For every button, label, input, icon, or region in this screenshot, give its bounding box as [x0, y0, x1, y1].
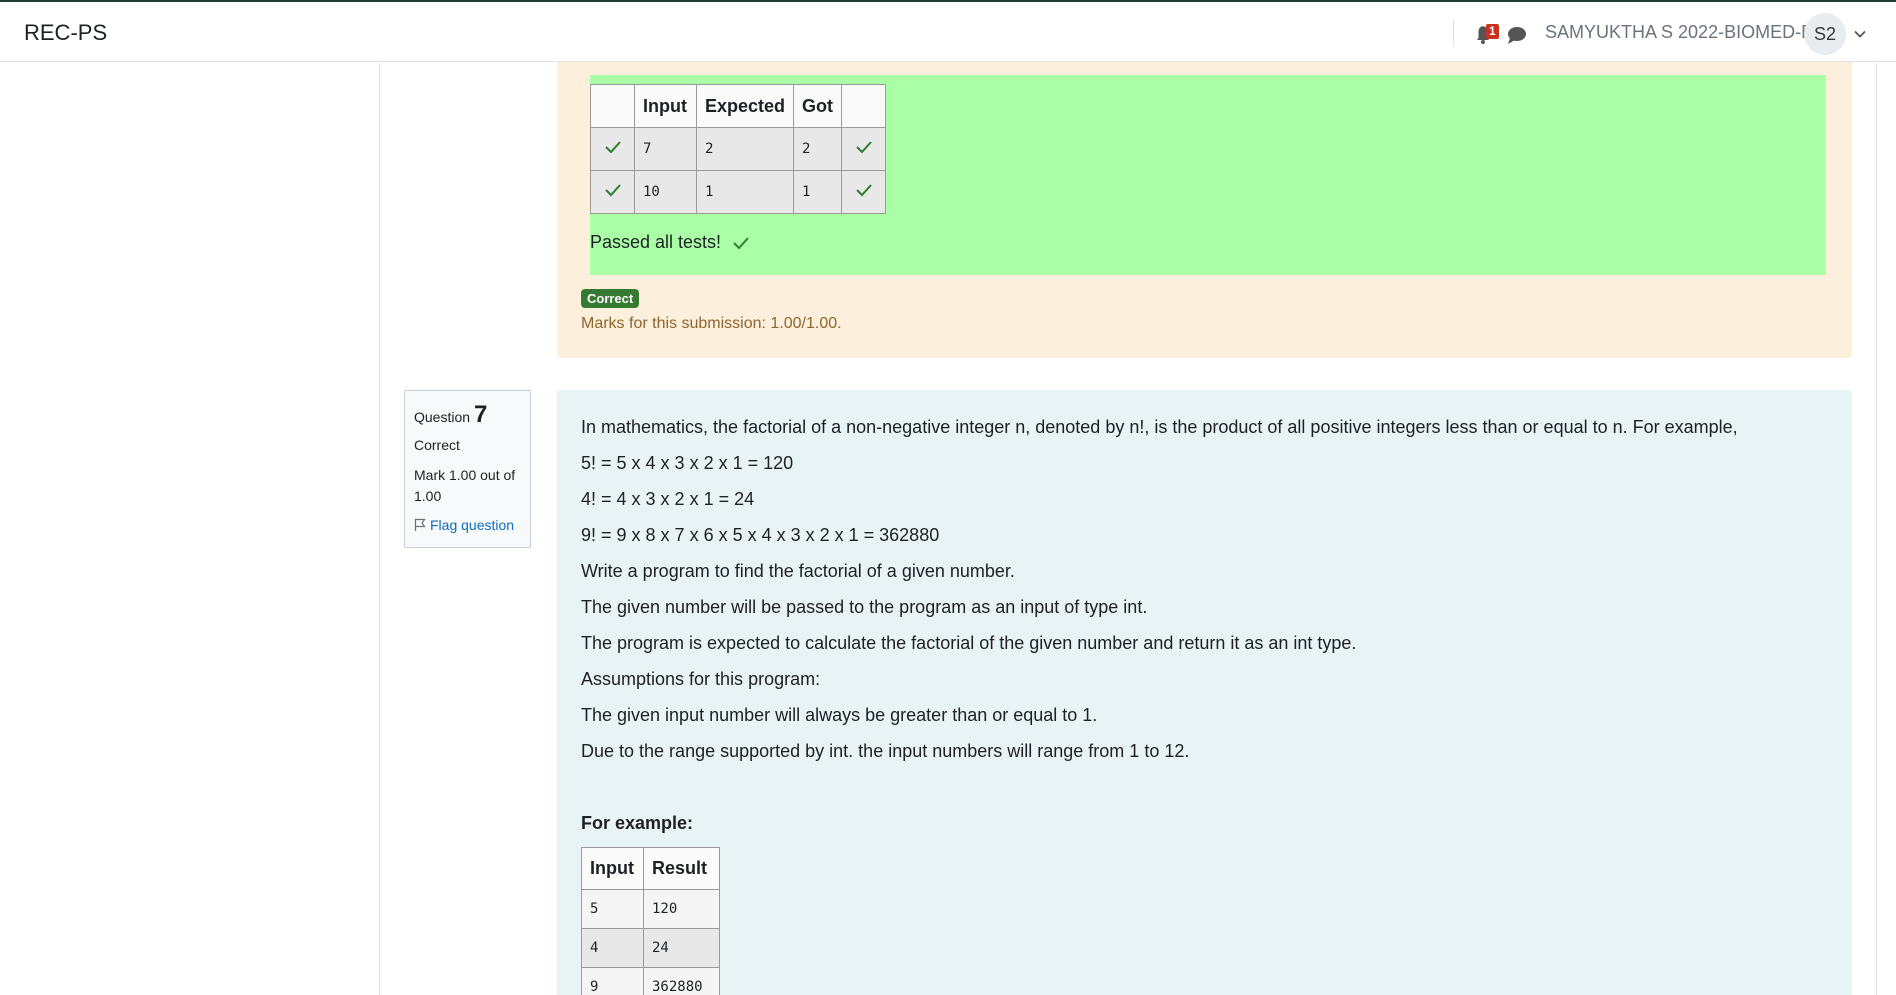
passed-all-tests: Passed all tests! [590, 232, 751, 253]
table-row: 4 24 [581, 928, 720, 968]
content-left-border [379, 63, 380, 995]
flag-question-link[interactable]: Flag question [414, 517, 521, 533]
check-icon [841, 170, 887, 214]
example-input-cell: 9 [581, 967, 644, 995]
question-number: Question 7 [414, 401, 521, 429]
results-header-input: Input [634, 84, 697, 128]
site-brand[interactable]: REC-PS [24, 20, 107, 46]
chevron-down-icon[interactable] [1852, 26, 1868, 42]
question-paragraph: 4! = 4 x 3 x 2 x 1 = 24 [581, 489, 755, 509]
example-header-result: Result [643, 847, 720, 890]
scrollbar-track[interactable] [1876, 63, 1877, 995]
table-row: 9 362880 [581, 967, 720, 995]
question-grade: Mark 1.00 out of 1.00 [414, 467, 516, 504]
user-name[interactable]: SAMYUKTHA S 2022-BIOMED-B [1545, 22, 1813, 43]
example-result-cell: 120 [643, 889, 720, 929]
question-text-panel [557, 390, 1852, 995]
question-number-value: 7 [473, 401, 488, 428]
question-paragraph: Write a program to find the factorial of… [581, 561, 1015, 581]
navbar: REC-PS 1 SAMYUKTHA S 2022-BIOMED-B S2 [0, 0, 1896, 62]
example-table: Input Result 5 120 4 24 9 362880 [581, 847, 720, 995]
question-info: Question 7 Correct Mark 1.00 out of 1.00… [404, 390, 531, 548]
result-input-cell: 10 [634, 170, 697, 214]
result-input-cell: 7 [634, 127, 697, 171]
results-header-got: Got [793, 84, 843, 128]
example-heading: For example: [581, 813, 694, 833]
check-icon [733, 236, 749, 249]
result-expected-cell: 1 [695, 170, 795, 214]
question-state: Correct [414, 437, 460, 453]
test-results-table: Input Expected Got 7 2 2 10 1 1 [590, 84, 887, 214]
result-expected-cell: 2 [695, 127, 795, 171]
table-row: 5 120 [581, 889, 720, 929]
question-paragraph: Assumptions for this program: [581, 669, 821, 689]
check-icon [590, 127, 635, 171]
notification-count-badge: 1 [1486, 24, 1499, 39]
flag-icon [414, 518, 426, 531]
example-input-cell: 5 [581, 889, 644, 929]
question-paragraph: 9! = 9 x 8 x 7 x 6 x 5 x 4 x 3 x 2 x 1 =… [581, 525, 940, 545]
result-got-cell: 1 [793, 170, 843, 214]
question-paragraph: 5! = 5 x 4 x 3 x 2 x 1 = 120 [581, 453, 794, 473]
avatar[interactable]: S2 [1804, 13, 1846, 55]
navbar-divider [1453, 20, 1454, 46]
check-icon [841, 127, 887, 171]
question-paragraph: The given input number will always be gr… [581, 705, 1098, 725]
table-row: 7 2 2 [590, 127, 887, 171]
example-header-input: Input [581, 847, 644, 890]
table-row: 10 1 1 [590, 170, 887, 214]
passed-text: Passed all tests! [590, 232, 722, 252]
result-got-cell: 2 [793, 127, 843, 171]
example-input-cell: 4 [581, 928, 644, 968]
check-icon [590, 170, 635, 214]
question-paragraph: Due to the range supported by int. the i… [581, 741, 1190, 761]
chat-icon[interactable] [1506, 25, 1528, 45]
question-paragraph: The given number will be passed to the p… [581, 597, 1148, 617]
status-badge: Correct [581, 289, 640, 308]
question-paragraph: The program is expected to calculate the… [581, 633, 1357, 653]
flag-question-label[interactable]: Flag question [430, 517, 514, 533]
results-header-result [841, 84, 887, 128]
example-result-cell: 24 [643, 928, 720, 968]
results-header-status [590, 84, 635, 128]
results-header-expected: Expected [695, 84, 795, 128]
question-paragraph: In mathematics, the factorial of a non-n… [581, 417, 1738, 437]
example-result-cell: 362880 [643, 967, 720, 995]
question-label: Question [414, 409, 471, 425]
marks-for-submission: Marks for this submission: 1.00/1.00. [581, 315, 842, 332]
